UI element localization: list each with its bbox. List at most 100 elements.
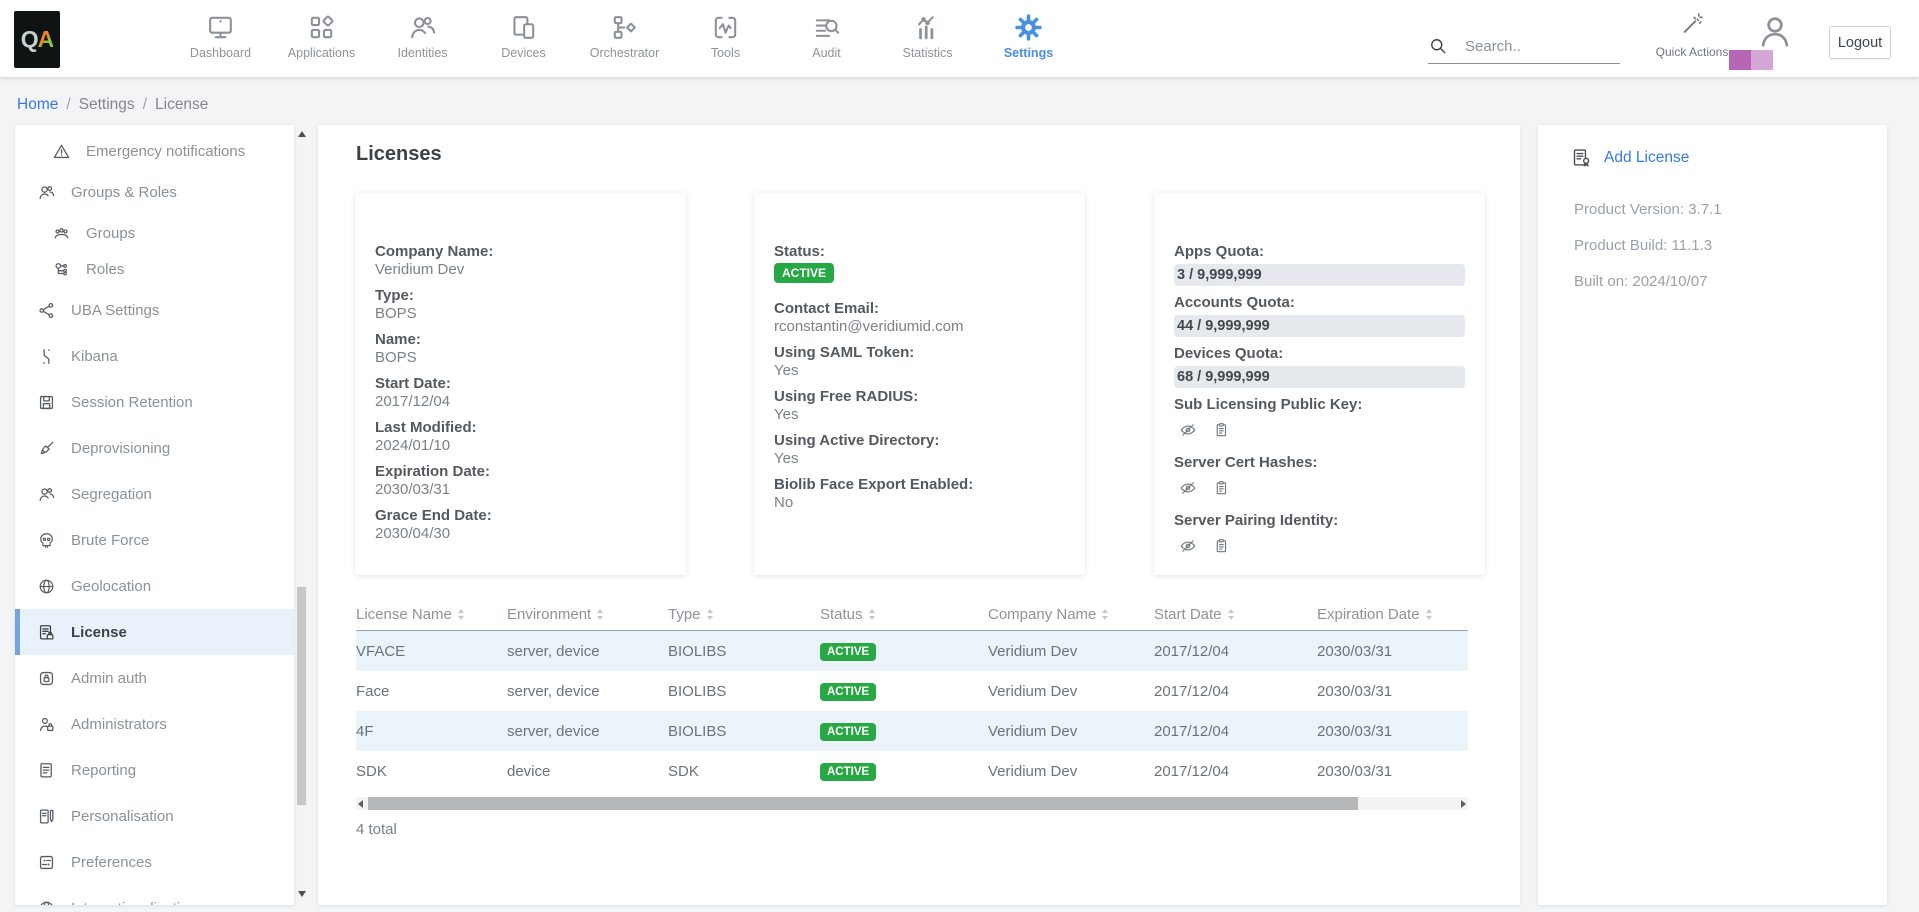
column-header-environment[interactable]: Environment [507,606,668,623]
sidebar-item-administrators[interactable]: Administrators [15,701,294,747]
sort-icon [458,609,464,620]
nav-statistics[interactable]: Statistics [877,0,978,77]
eye-off-icon[interactable] [1179,537,1197,555]
column-header-license-name[interactable]: License Name [356,606,507,623]
scroll-up-arrow-icon[interactable] [298,131,306,137]
applications-icon [306,12,337,43]
sidebar-item-emergency-notifications[interactable]: Emergency notifications [15,133,294,169]
sidebar-item-sms-templates[interactable]: SMS templates [15,125,294,133]
field-value: Yes [774,362,1065,380]
cell-environment: server, device [507,683,668,700]
sidebar-item-admin-auth[interactable]: Admin auth [15,655,294,701]
sidebar-item-label: Segregation [71,486,152,503]
add-license-button[interactable]: Add License [1571,147,1689,168]
quick-actions-button[interactable]: Quick Actions [1650,10,1734,59]
sidebar-item-uba-settings[interactable]: UBA Settings [15,287,294,333]
nav-tools[interactable]: Tools [675,0,776,77]
app-logo[interactable]: Q A [14,11,60,68]
field-label: Last Modified: [375,419,666,437]
sidebar-item-session-retention[interactable]: Session Retention [15,379,294,425]
shield-lock-icon [37,669,56,688]
licenses-table: License Name Environment Type Status Com… [356,598,1468,791]
sidebar-item-deprovisioning[interactable]: Deprovisioning [15,425,294,471]
gear-icon [1013,12,1044,43]
sidebar-item-personalisation[interactable]: Personalisation [15,793,294,839]
sidebar-item-roles[interactable]: Roles [15,251,294,287]
sidebar-item-groups-roles[interactable]: Groups & Roles [15,169,294,215]
quick-actions-label: Quick Actions [1656,45,1729,59]
cell-type: BIOLIBS [668,643,820,660]
cell-status: ACTIVE [820,682,988,701]
nav-devices[interactable]: Devices [473,0,574,77]
cell-expiration-date: 2030/03/31 [1317,643,1468,660]
sidebar-list: SMS templates Emergency notifications Gr… [15,125,294,905]
sidebar-item-internationalization[interactable]: Internationalization [15,885,294,905]
copy-icon[interactable] [1212,479,1230,497]
scroll-left-arrow-icon[interactable] [358,800,363,808]
scroll-right-arrow-icon[interactable] [1461,800,1466,808]
quota-label: Apps Quota: [1174,243,1465,261]
app-screen: Q A Dashboard Applications Identities De… [0,0,1919,912]
field-value: Veridium Dev [375,261,666,279]
badge-block-dark [1729,50,1751,70]
sidebar-item-groups[interactable]: Groups [15,215,294,251]
page-title: Licenses [356,143,442,166]
sidebar-item-label: Administrators [71,716,167,733]
field-value: 2024/01/10 [375,437,666,455]
nav-label: Statistics [902,46,952,60]
cell-start-date: 2017/12/04 [1154,683,1317,700]
nav-dashboard[interactable]: Dashboard [170,0,271,77]
product-info: Product Version: 3.7.1 Product Build: 11… [1574,201,1722,309]
eye-off-icon[interactable] [1179,479,1197,497]
logout-button[interactable]: Logout [1829,26,1891,59]
column-header-start-date[interactable]: Start Date [1154,606,1317,623]
column-header-company-name[interactable]: Company Name [988,606,1154,623]
user-avatar-icon[interactable] [1756,12,1794,50]
nav-label: Settings [1004,46,1053,60]
sidebar-item-preferences[interactable]: Preferences [15,839,294,885]
column-header-type[interactable]: Type [668,606,820,623]
sidebar-item-reporting[interactable]: Reporting [15,747,294,793]
sort-icon [597,609,603,620]
share-nodes-icon [37,301,56,320]
sidebar-scrollbar[interactable] [296,125,308,905]
nav-audit[interactable]: Audit [776,0,877,77]
table-horizontal-scrollbar[interactable] [356,797,1468,810]
table-row[interactable]: SDK device SDK ACTIVE Veridium Dev 2017/… [356,751,1468,791]
nav-settings[interactable]: Settings [978,0,1079,77]
sidebar-item-brute-force[interactable]: Brute Force [15,517,294,563]
breadcrumb-home-link[interactable]: Home [17,96,58,114]
sidebar-item-segregation[interactable]: Segregation [15,471,294,517]
apps-quota-bar: 3 / 9,999,999 [1174,264,1465,286]
column-header-expiration-date[interactable]: Expiration Date [1317,606,1468,623]
search-icon[interactable] [1428,36,1448,56]
built-on: Built on: 2024/10/07 [1574,273,1722,290]
quota-label: Devices Quota: [1174,345,1465,363]
table-row[interactable]: 4F server, device BIOLIBS ACTIVE Veridiu… [356,711,1468,751]
topbar: Q A Dashboard Applications Identities De… [0,0,1919,77]
cell-license-name: VFACE [356,643,507,660]
nav-orchestrator[interactable]: Orchestrator [574,0,675,77]
nav-identities[interactable]: Identities [372,0,473,77]
global-search [1428,36,1620,64]
product-version: Product Version: 3.7.1 [1574,201,1722,218]
sidebar-item-kibana[interactable]: Kibana [15,333,294,379]
scrollbar-thumb[interactable] [368,797,1358,810]
field-label: Using Active Directory: [774,432,1065,450]
search-input[interactable] [1465,38,1615,55]
sidebar-item-geolocation[interactable]: Geolocation [15,563,294,609]
scrollbar-thumb[interactable] [297,587,306,805]
table-row[interactable]: Face server, device BIOLIBS ACTIVE Verid… [356,671,1468,711]
scroll-down-arrow-icon[interactable] [298,891,306,897]
cell-environment: server, device [507,723,668,740]
status-badge: ACTIVE [820,643,876,661]
table-row[interactable]: VFACE server, device BIOLIBS ACTIVE Veri… [356,631,1468,671]
nav-applications[interactable]: Applications [271,0,372,77]
copy-icon[interactable] [1212,537,1230,555]
sidebar-item-license[interactable]: License [15,609,294,655]
breadcrumb-settings: Settings [79,96,135,114]
copy-icon[interactable] [1212,421,1230,439]
column-header-status[interactable]: Status [820,606,988,623]
nav-label: Orchestrator [590,46,659,60]
eye-off-icon[interactable] [1179,421,1197,439]
